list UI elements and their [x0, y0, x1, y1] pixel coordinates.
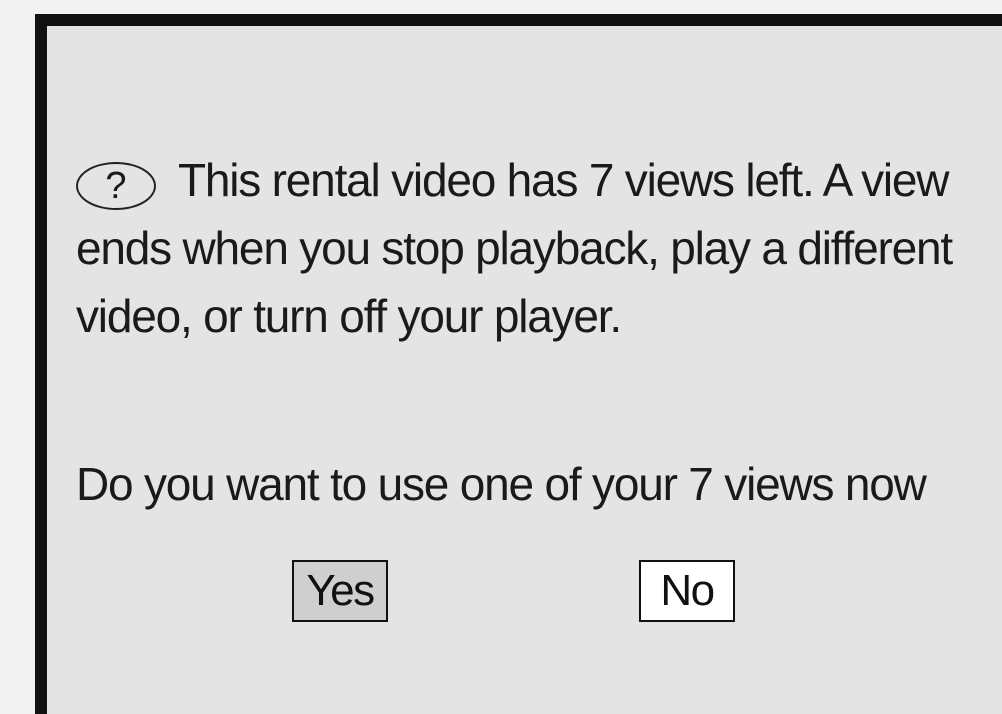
yes-button[interactable]: Yes	[292, 560, 388, 622]
use-view-prompt: Do you want to use one of your 7 views n…	[76, 458, 927, 510]
rental-message: ? This rental video has 7 views left. A v…	[76, 146, 1002, 350]
rental-confirm-dialog: ? This rental video has 7 views left. A v…	[35, 14, 1002, 714]
question-icon: ?	[76, 162, 156, 210]
rental-message-text: This rental video has 7 views left. A vi…	[76, 154, 953, 342]
no-button[interactable]: No	[639, 560, 735, 622]
